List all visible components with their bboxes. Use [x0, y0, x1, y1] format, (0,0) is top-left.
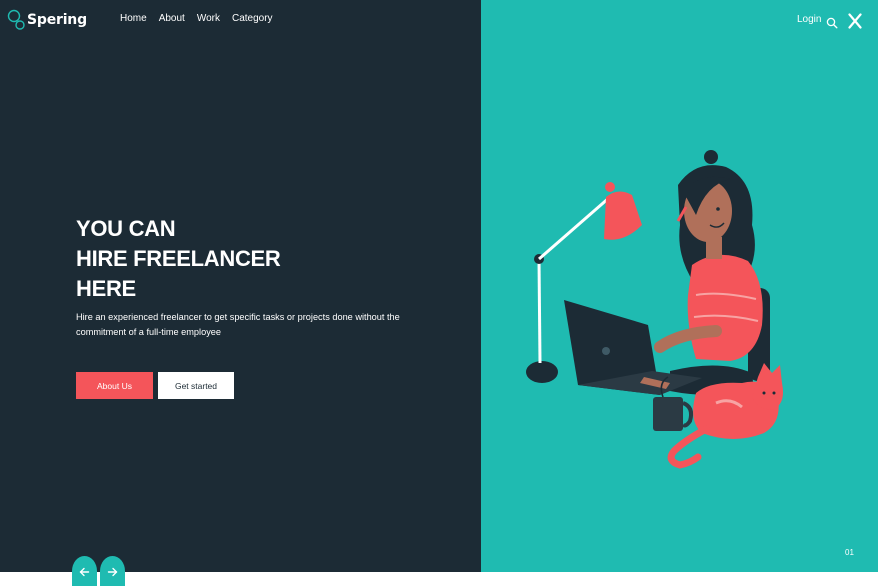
bottom-strip: [0, 572, 878, 586]
slider-next-button[interactable]: [100, 556, 125, 586]
brand-name: Spering: [27, 12, 87, 28]
mug: [653, 397, 683, 431]
shirt: [687, 254, 763, 361]
hair-bun: [704, 150, 718, 164]
login-link[interactable]: Login: [797, 14, 821, 25]
lamp-knob: [605, 182, 615, 192]
freelancer-illustration: [526, 150, 783, 469]
arrow-right-icon: [107, 567, 118, 577]
main-nav: Home About Work Category: [120, 13, 285, 24]
cat-tail: [667, 425, 710, 469]
slider-prev-button[interactable]: [72, 556, 97, 586]
search-icon[interactable]: [826, 14, 838, 29]
hero-title-line-3: HERE: [76, 276, 136, 301]
hero-description: Hire an experienced freelancer to get sp…: [76, 312, 400, 337]
close-icon[interactable]: [848, 13, 862, 29]
get-started-button[interactable]: Get started: [158, 372, 234, 399]
hero-title: YOU CAN HIRE FREELANCER HERE: [76, 214, 281, 304]
lamp-arm: [538, 195, 611, 261]
nav-item-work[interactable]: Work: [197, 13, 220, 24]
hero-title-line-2: HIRE FREELANCER: [76, 246, 281, 271]
logo-icon: [7, 9, 25, 31]
logo[interactable]: Spering: [7, 9, 87, 31]
lamp-pole: [537, 258, 542, 364]
slide-counter: 01: [845, 548, 854, 557]
hero-title-line-1: YOU CAN: [76, 216, 176, 241]
about-us-button[interactable]: About Us: [76, 372, 153, 399]
nav-item-category[interactable]: Category: [232, 13, 273, 24]
nav-item-about[interactable]: About: [159, 13, 185, 24]
arrow-left-icon: [79, 567, 90, 577]
nav-item-home[interactable]: Home: [120, 13, 147, 24]
lamp-base: [526, 361, 558, 383]
lamp-shade: [604, 191, 642, 240]
